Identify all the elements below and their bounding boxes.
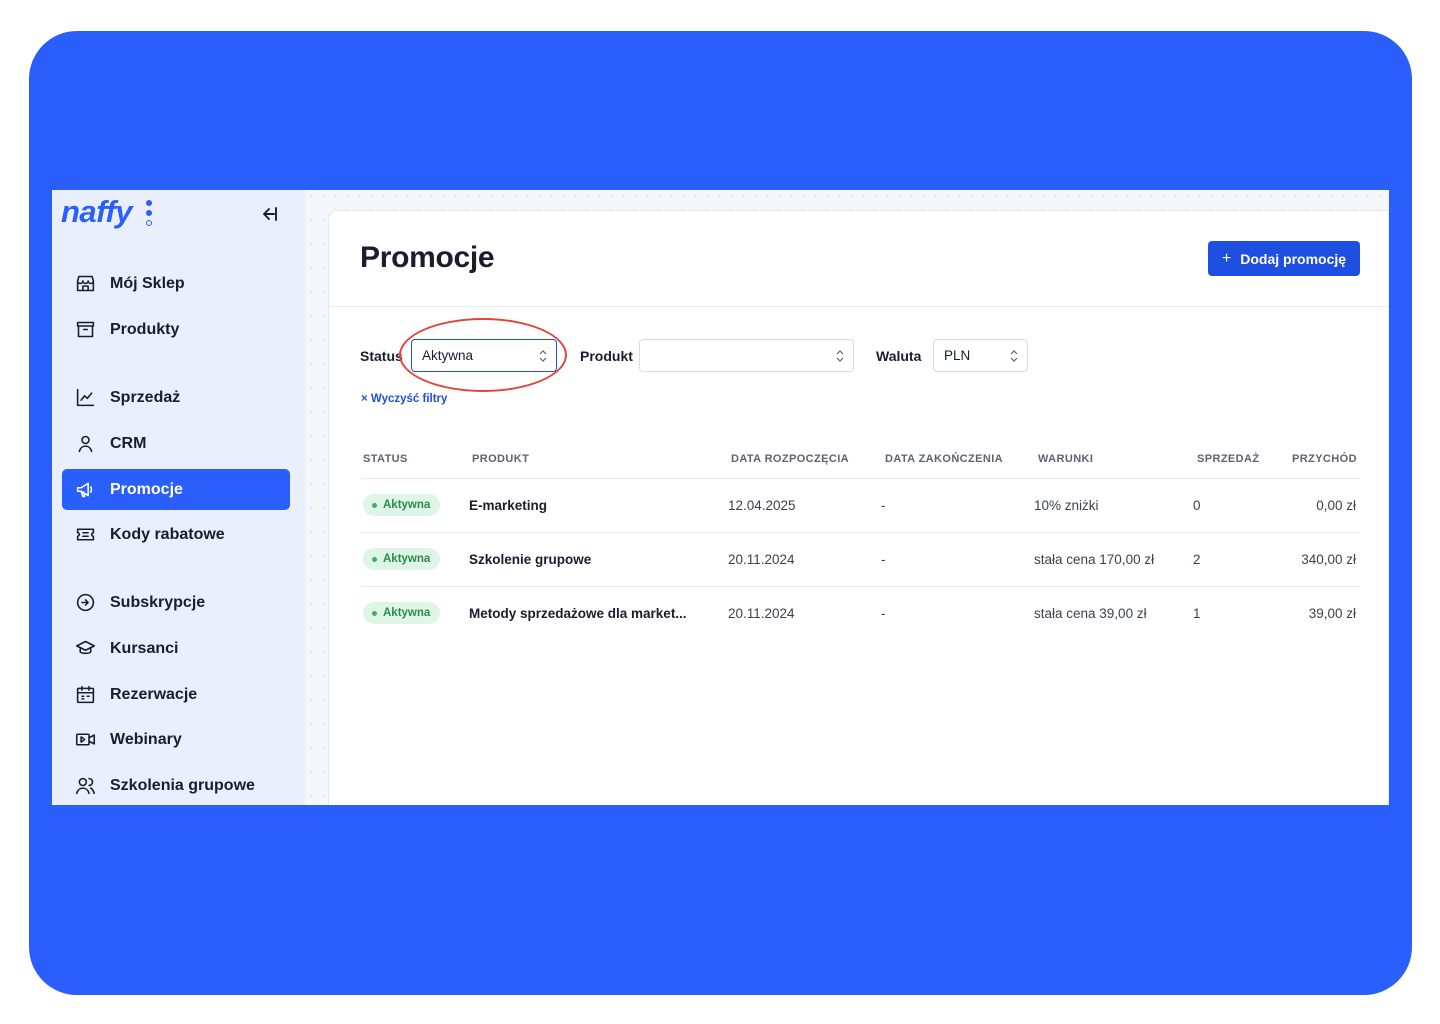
sales-count: 1	[1193, 606, 1201, 621]
chart-line-icon	[74, 387, 96, 409]
sidebar-item-label: Kody rabatowe	[110, 525, 225, 543]
status-badge: Aktywna	[363, 548, 440, 570]
status-filter-label: Status	[360, 348, 403, 364]
subscription-icon	[74, 592, 96, 614]
divider	[329, 306, 1388, 307]
promotions-card: Promocje + Dodaj promocję Status Aktywna…	[328, 210, 1389, 805]
user-icon	[74, 433, 96, 455]
revenue: 340,00 zł	[1301, 552, 1356, 567]
column-header-status: Status	[363, 453, 408, 465]
sidebar-item-label: CRM	[110, 434, 147, 452]
conditions: stała cena 170,00 zł	[1034, 552, 1155, 567]
status-filter-select[interactable]: Aktywna	[411, 339, 557, 372]
currency-filter-select[interactable]: PLN	[933, 339, 1028, 372]
sidebar-item-label: Subskrypcje	[110, 593, 206, 611]
sales-count: 0	[1193, 498, 1201, 513]
end-date: -	[881, 606, 886, 621]
start-date: 20.11.2024	[728, 606, 795, 621]
status-badge-label: Aktywna	[383, 607, 431, 619]
sidebar-item-produkty[interactable]: Produkty	[62, 309, 290, 350]
status-filter-value: Aktywna	[422, 348, 474, 363]
column-header-end-date: Data zakończenia	[885, 453, 1004, 465]
sidebar-item-kursanci[interactable]: Kursanci	[62, 628, 290, 669]
calendar-icon	[74, 684, 96, 706]
logo: naffy	[61, 194, 133, 229]
page-title: Promocje	[360, 241, 495, 274]
sidebar-item-label: Produkty	[110, 320, 180, 338]
product-name[interactable]: E-marketing	[469, 498, 547, 513]
sidebar-item-szkolenia-grupowe[interactable]: Szkolenia grupowe	[62, 765, 290, 805]
end-date: -	[881, 498, 886, 513]
column-header-product: Produkt	[472, 453, 530, 465]
status-badge-label: Aktywna	[383, 499, 431, 511]
sidebar-item-webinary[interactable]: Webinary	[62, 719, 290, 760]
column-header-conditions: Warunki	[1038, 453, 1094, 465]
megaphone-icon	[74, 479, 96, 501]
revenue: 0,00 zł	[1316, 498, 1356, 513]
clear-filters-label: Wyczyść filtry	[370, 393, 448, 405]
currency-filter-label: Waluta	[876, 348, 922, 364]
conditions: 10% zniżki	[1034, 498, 1099, 513]
product-filter-select[interactable]	[639, 339, 854, 372]
sidebar-item-label: Mój Sklep	[110, 274, 185, 292]
currency-filter-value: PLN	[944, 348, 971, 363]
app-window: naffy Mój Sklep Produkty Sprzedaż CRM Pr…	[52, 190, 1389, 805]
sidebar-item-kody-rabatowe[interactable]: Kody rabatowe	[62, 514, 290, 555]
status-badge-label: Aktywna	[383, 553, 431, 565]
column-header-sales: Sprzedaż	[1197, 453, 1260, 465]
column-header-revenue: Przychód	[1292, 453, 1357, 465]
end-date: -	[881, 552, 886, 567]
store-icon	[74, 273, 96, 295]
plus-icon: +	[1221, 249, 1232, 267]
sidebar-item-sprzedaz[interactable]: Sprzedaż	[62, 377, 290, 418]
row-divider	[361, 586, 1360, 587]
sidebar: naffy Mój Sklep Produkty Sprzedaż CRM Pr…	[52, 190, 305, 805]
status-badge: Aktywna	[363, 494, 440, 516]
sidebar-item-label: Promocje	[110, 480, 183, 498]
sidebar-item-rezerwacje[interactable]: Rezerwacje	[62, 674, 290, 715]
group-icon	[74, 775, 96, 797]
product-name[interactable]: Szkolenie grupowe	[469, 552, 591, 567]
product-filter-label: Produkt	[580, 348, 633, 364]
add-promotion-label: Dodaj promocję	[1240, 250, 1347, 267]
table-header-divider	[361, 478, 1360, 479]
conditions: stała cena 39,00 zł	[1034, 606, 1147, 621]
chevron-updown-icon	[1010, 350, 1018, 362]
status-badge: Aktywna	[363, 602, 440, 624]
revenue: 39,00 zł	[1308, 606, 1356, 621]
start-date: 12.04.2025	[728, 498, 796, 513]
row-divider	[361, 532, 1360, 533]
collapse-left-icon[interactable]	[258, 202, 282, 226]
sidebar-item-label: Szkolenia grupowe	[110, 776, 255, 794]
chevron-updown-icon	[539, 350, 547, 362]
box-icon	[74, 319, 96, 341]
column-header-start-date: Data rozpoczęcia	[731, 453, 850, 465]
start-date: 20.11.2024	[728, 552, 795, 567]
sidebar-item-crm[interactable]: CRM	[62, 423, 290, 464]
product-name[interactable]: Metody sprzedażowe dla market...	[469, 606, 687, 621]
sidebar-item-label: Webinary	[110, 730, 182, 748]
sidebar-item-label: Rezerwacje	[110, 685, 198, 703]
video-icon	[74, 729, 96, 751]
chevron-updown-icon	[836, 350, 844, 362]
logo-dots	[146, 200, 154, 226]
sales-count: 2	[1193, 552, 1201, 567]
sidebar-item-label: Kursanci	[110, 639, 179, 657]
sidebar-item-promocje[interactable]: Promocje	[62, 469, 290, 510]
ticket-icon	[74, 524, 96, 546]
clear-filters-link[interactable]: × Wyczyść filtry	[361, 393, 447, 405]
sidebar-item-label: Sprzedaż	[110, 388, 181, 406]
sidebar-item-moj-sklep[interactable]: Mój Sklep	[62, 263, 290, 304]
close-icon: ×	[361, 393, 368, 405]
add-promotion-button[interactable]: + Dodaj promocję	[1208, 241, 1360, 276]
graduation-cap-icon	[74, 638, 96, 660]
sidebar-item-subskrypcje[interactable]: Subskrypcje	[62, 582, 290, 623]
